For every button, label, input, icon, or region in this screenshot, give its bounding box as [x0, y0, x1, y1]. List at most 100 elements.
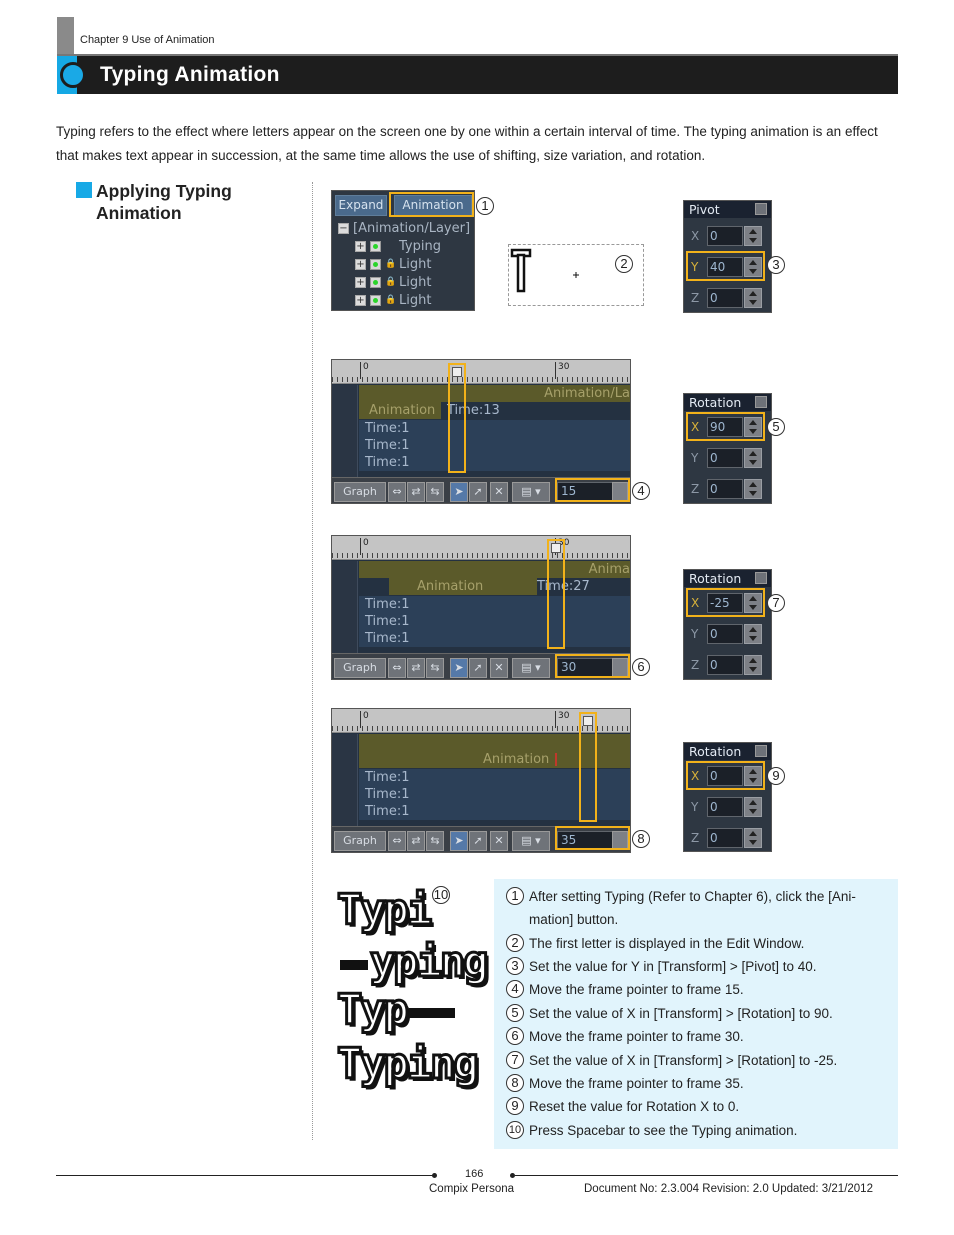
timeline-ruler[interactable]: 0 30: [332, 360, 630, 384]
rotation-panel-header: Rotation: [684, 394, 771, 411]
fit-icon[interactable]: ⇆: [426, 658, 444, 678]
frame-pointer-handle[interactable]: [452, 367, 462, 377]
fit-icon[interactable]: ⇆: [426, 831, 444, 851]
animation-clip[interactable]: Animation: [389, 578, 537, 595]
layer-row[interactable]: + Typing: [355, 238, 441, 255]
layer-row[interactable]: + 🔒 Light: [355, 256, 431, 273]
rotation-panel: Rotation X -25 Y 0 Z 0: [683, 569, 772, 680]
layer-root[interactable]: − [Animation/Layer]: [338, 220, 470, 237]
pivot-panel-header: Pivot: [684, 201, 771, 218]
blank-icon: [385, 241, 396, 252]
menu-dropdown-icon[interactable]: ▤ ▾: [512, 482, 550, 502]
rotation-z-field[interactable]: 0: [707, 655, 743, 675]
spinner-icon[interactable]: [744, 624, 762, 644]
select-tool-icon[interactable]: ➤: [450, 658, 468, 678]
select-tool-icon[interactable]: ➤: [450, 482, 468, 502]
visibility-icon[interactable]: [370, 241, 381, 252]
graph-button[interactable]: Graph: [334, 831, 386, 851]
lock-icon[interactable]: 🔒: [385, 259, 396, 270]
graph-button[interactable]: Graph: [334, 658, 386, 678]
expand-h-icon[interactable]: ⇔: [388, 482, 406, 502]
document-info: Document No: 2.3.004 Revision: 2.0 Updat…: [584, 1183, 873, 1195]
expand-h-icon[interactable]: ⇔: [388, 658, 406, 678]
timeline-ruler[interactable]: 0 30: [332, 536, 630, 560]
frame-pointer[interactable]: [448, 363, 466, 473]
panel-toggle-icon[interactable]: [755, 203, 767, 215]
frame-pointer[interactable]: [547, 539, 565, 649]
menu-dropdown-icon[interactable]: ▤ ▾: [512, 831, 550, 851]
animation-clip[interactable]: Animation: [483, 752, 549, 767]
rotation-y-field[interactable]: 0: [707, 624, 743, 644]
rotation-y-row: Y 0: [684, 620, 773, 648]
animation-clip[interactable]: Animation: [359, 402, 441, 419]
frame-pointer[interactable]: [579, 712, 597, 822]
track-row[interactable]: Time:1: [359, 437, 630, 454]
expand-icon[interactable]: +: [355, 259, 366, 270]
layer-label: Typing: [399, 239, 441, 254]
track-gutter: [332, 561, 358, 653]
pivot-x-field[interactable]: 0: [707, 226, 743, 246]
spinner-icon[interactable]: [744, 288, 762, 308]
menu-dropdown-icon[interactable]: ▤ ▾: [512, 658, 550, 678]
delete-key-icon[interactable]: ✕: [490, 831, 508, 851]
rotation-z-row: Z 0: [684, 824, 773, 852]
track-row[interactable]: Time:1: [359, 420, 630, 437]
add-key-icon[interactable]: ➚: [469, 831, 487, 851]
visibility-icon[interactable]: [370, 295, 381, 306]
ruler-tick: 0: [360, 711, 369, 728]
spinner-icon[interactable]: [744, 448, 762, 468]
rotation-y-field[interactable]: 0: [707, 448, 743, 468]
expand-h-icon[interactable]: ⇔: [388, 831, 406, 851]
step-text: Set the value of X in [Transform] > [Rot…: [529, 1053, 838, 1068]
step-number: 7: [506, 1051, 524, 1069]
spinner-icon[interactable]: [744, 226, 762, 246]
expand-icon[interactable]: +: [355, 295, 366, 306]
rotation-y-field[interactable]: 0: [707, 797, 743, 817]
visibility-icon[interactable]: [370, 277, 381, 288]
expand-button[interactable]: Expand: [335, 195, 387, 216]
delete-key-icon[interactable]: ✕: [490, 658, 508, 678]
frame-pointer-handle[interactable]: [551, 543, 561, 553]
panel-toggle-icon[interactable]: [755, 572, 767, 584]
track-row[interactable]: Time:1: [359, 613, 630, 630]
lock-icon[interactable]: 🔒: [385, 295, 396, 306]
rotation-x-highlight: [686, 412, 765, 441]
animation-track[interactable]: Animation Time:13: [359, 402, 630, 419]
shrink-h-icon[interactable]: ⇄: [407, 482, 425, 502]
panel-toggle-icon[interactable]: [755, 396, 767, 408]
expand-icon[interactable]: +: [355, 241, 366, 252]
spinner-icon[interactable]: [744, 479, 762, 499]
step-number: 5: [506, 1004, 524, 1022]
spinner-icon[interactable]: [744, 797, 762, 817]
select-tool-icon[interactable]: ➤: [450, 831, 468, 851]
add-key-icon[interactable]: ➚: [469, 658, 487, 678]
pivot-z-field[interactable]: 0: [707, 288, 743, 308]
delete-key-icon[interactable]: ✕: [490, 482, 508, 502]
visibility-icon[interactable]: [370, 259, 381, 270]
rotation-z-field[interactable]: 0: [707, 828, 743, 848]
track-row[interactable]: Time:1: [359, 630, 630, 647]
panel-toggle-icon[interactable]: [755, 745, 767, 757]
typing-frame-3-text: Typ: [336, 985, 411, 1034]
step-number: 4: [506, 980, 524, 998]
spinner-icon[interactable]: [744, 828, 762, 848]
callout-3: 3: [767, 256, 785, 274]
graph-button[interactable]: Graph: [334, 482, 386, 502]
expand-icon[interactable]: +: [355, 277, 366, 288]
shrink-h-icon[interactable]: ⇄: [407, 658, 425, 678]
step-text: The first letter is displayed in the Edi…: [529, 936, 805, 951]
fit-icon[interactable]: ⇆: [426, 482, 444, 502]
layer-row[interactable]: + 🔒 Light: [355, 274, 431, 291]
clip-end-marker: [555, 753, 557, 766]
track-row[interactable]: Time:1: [359, 596, 630, 613]
animation-track[interactable]: Animation Time:27: [359, 578, 630, 595]
track-row[interactable]: Time:1: [359, 454, 630, 471]
spinner-icon[interactable]: [744, 655, 762, 675]
add-key-icon[interactable]: ➚: [469, 482, 487, 502]
layer-row[interactable]: + 🔒 Light: [355, 292, 431, 309]
rotation-z-field[interactable]: 0: [707, 479, 743, 499]
collapse-icon[interactable]: −: [338, 223, 349, 234]
shrink-h-icon[interactable]: ⇄: [407, 831, 425, 851]
frame-pointer-handle[interactable]: [583, 716, 593, 726]
lock-icon[interactable]: 🔒: [385, 277, 396, 288]
